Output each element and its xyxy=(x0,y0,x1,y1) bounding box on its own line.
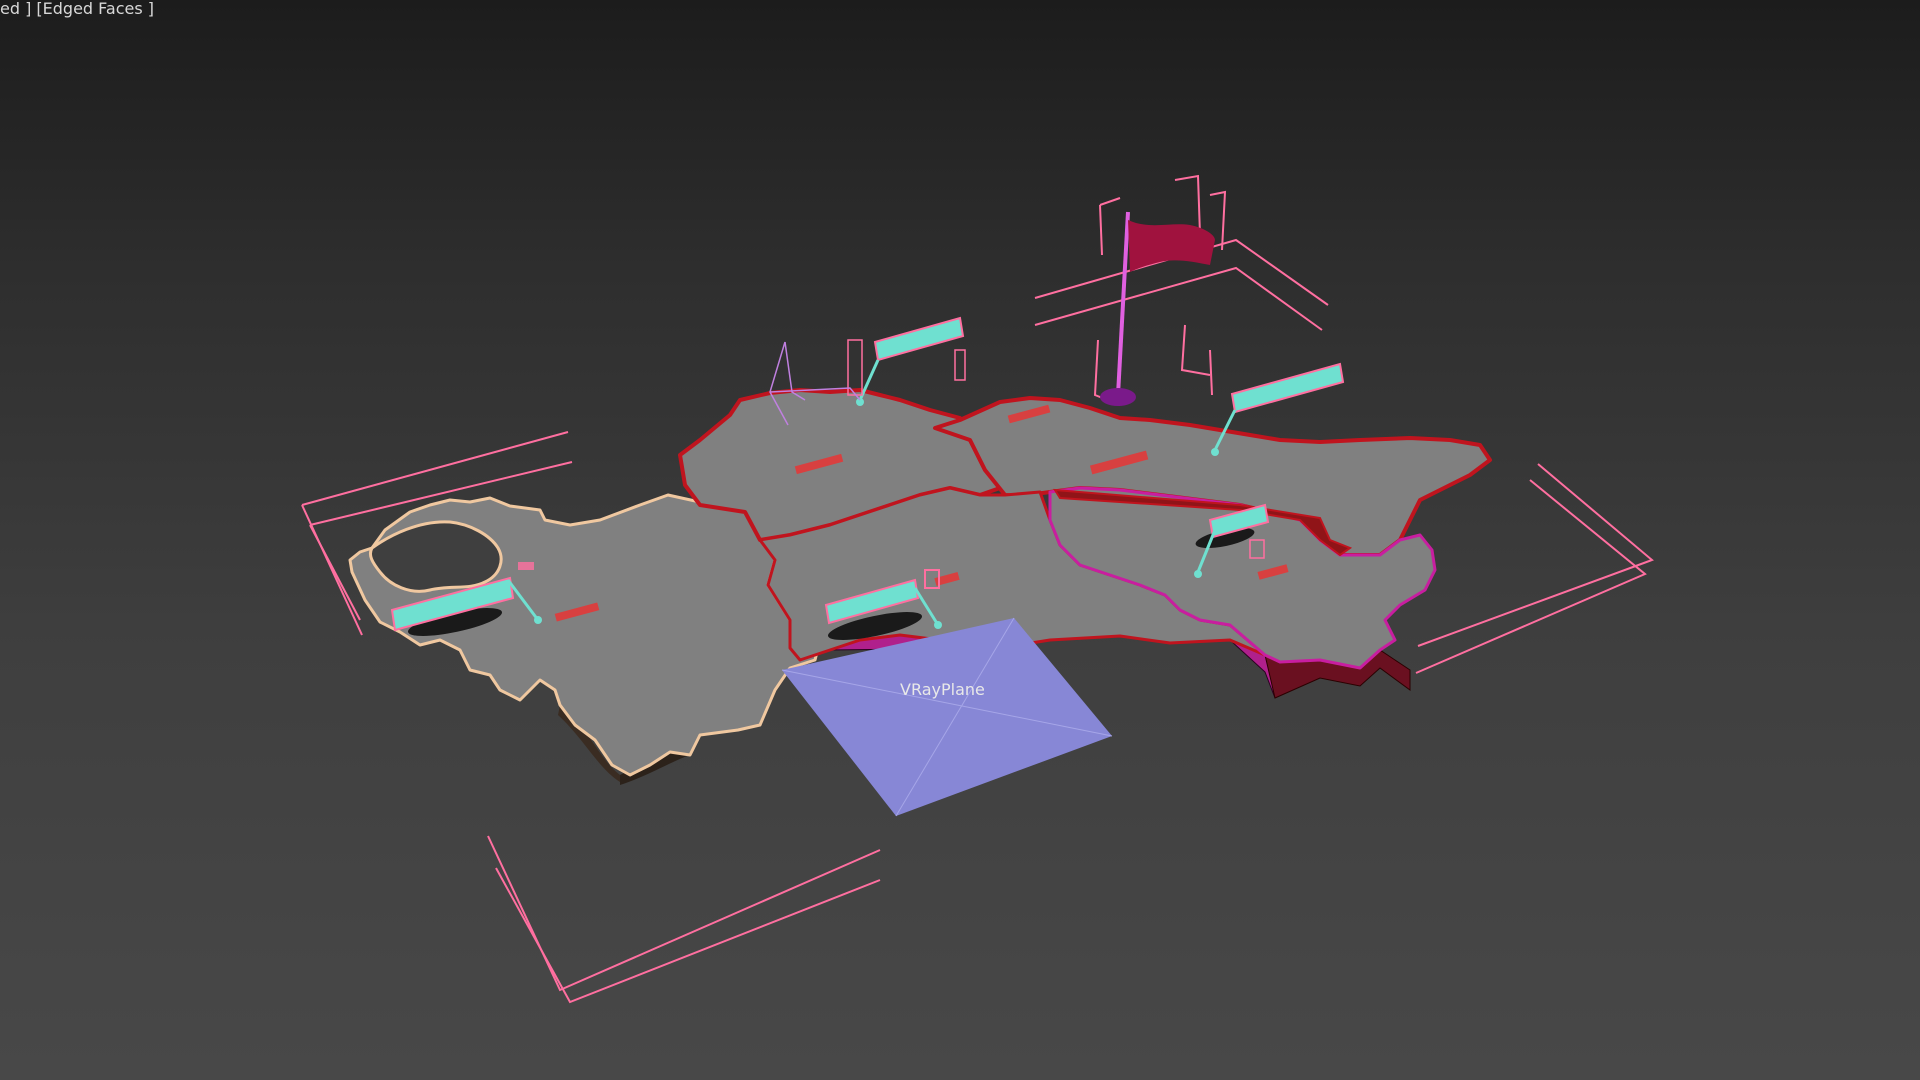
scene-canvas[interactable]: VRayPlane xyxy=(0,0,1920,1080)
flag[interactable] xyxy=(1100,211,1215,406)
vray-plane-label: VRayPlane xyxy=(900,680,985,699)
3d-viewport[interactable]: ed ] [Edged Faces ] VRayPlane xyxy=(0,0,1920,1080)
